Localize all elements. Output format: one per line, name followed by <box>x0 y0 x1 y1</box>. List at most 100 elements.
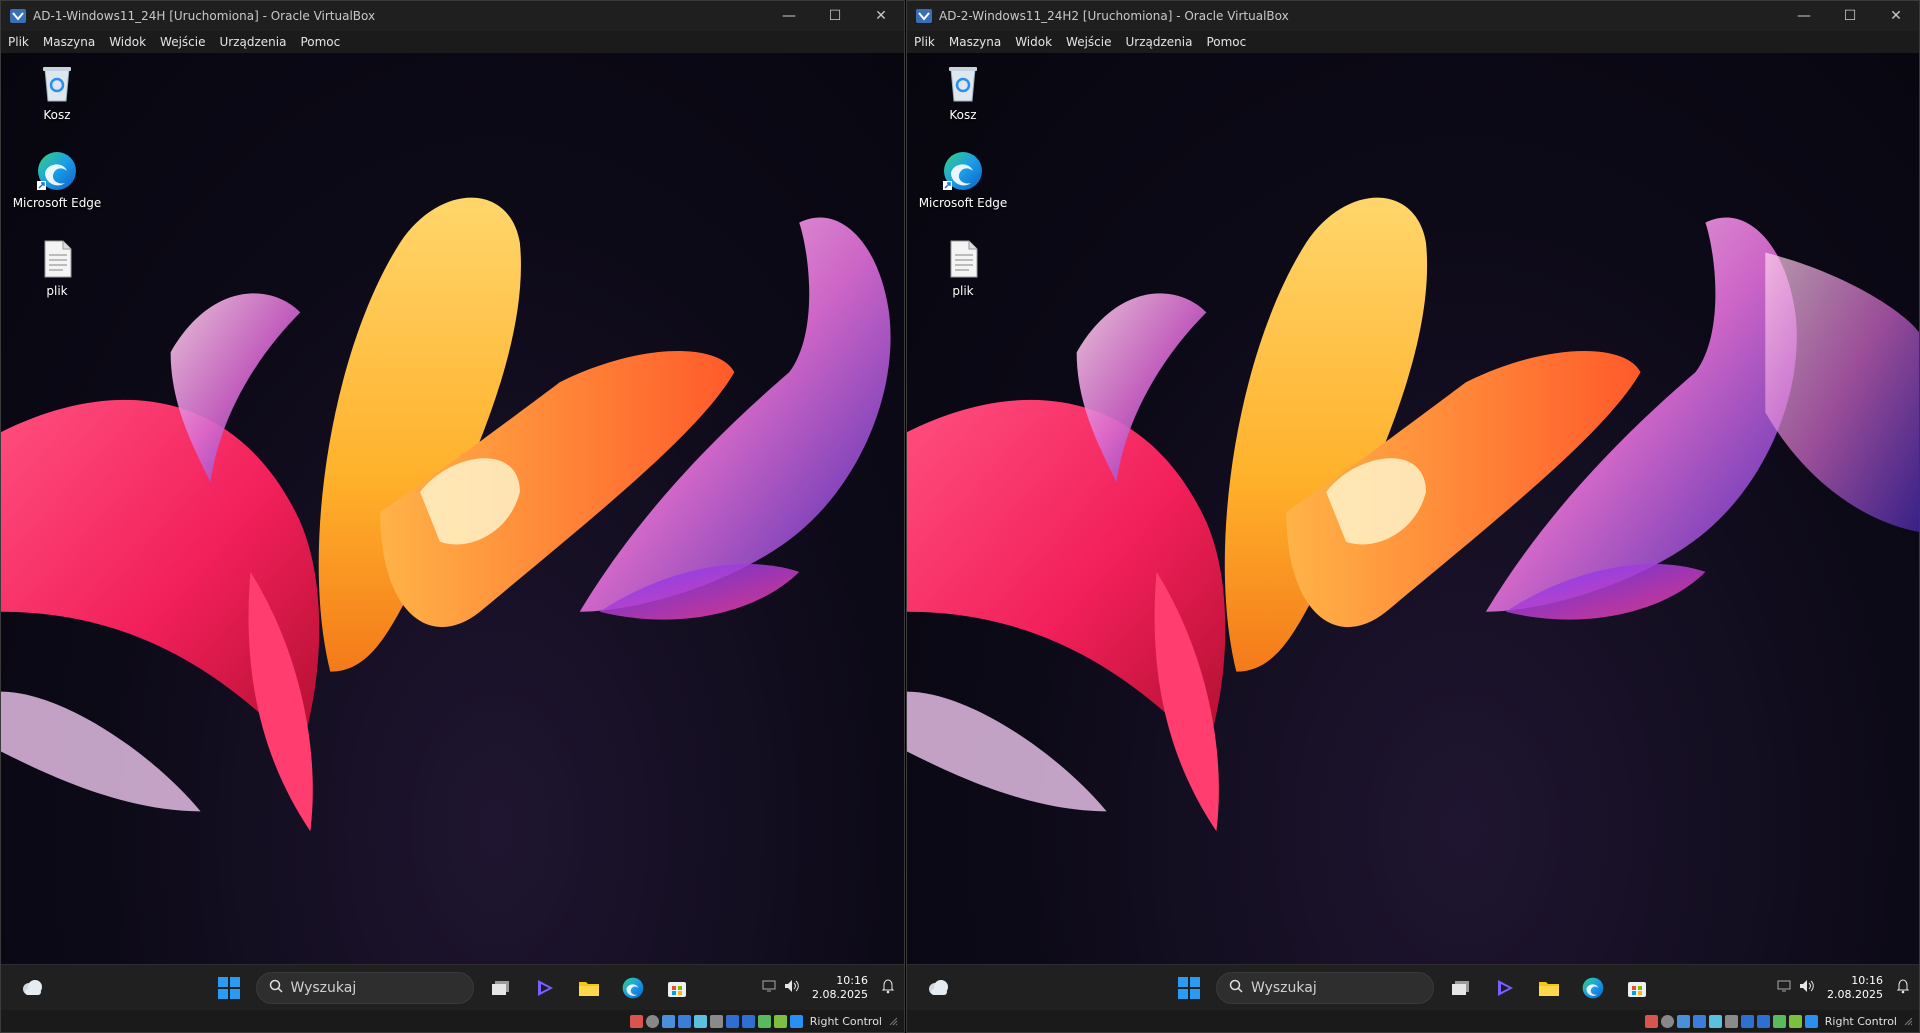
mouse-integration-icon[interactable] <box>773 1014 787 1028</box>
minimize-button[interactable]: — <box>766 1 812 31</box>
desktop-icon-recycle-bin[interactable]: Kosz <box>915 61 1011 122</box>
display-icon[interactable] <box>1777 978 1791 997</box>
desktop-icon-label: Microsoft Edge <box>12 196 102 210</box>
text-file-icon <box>950 240 978 278</box>
taskbar-search-box[interactable]: Wyszukaj <box>1216 972 1434 1004</box>
file-explorer-button[interactable] <box>572 971 606 1005</box>
menu-widok[interactable]: Widok <box>102 35 153 49</box>
desktop-icon-file[interactable]: plik <box>915 237 1011 298</box>
edge-icon <box>943 152 982 190</box>
store-button[interactable] <box>660 971 694 1005</box>
taskbar-center: Wyszukaj <box>1172 971 1654 1005</box>
task-view-button[interactable] <box>1444 971 1478 1005</box>
menu-plik[interactable]: Plik <box>1 35 36 49</box>
cpu-icon[interactable] <box>1772 1014 1786 1028</box>
notification-bell-icon[interactable] <box>1895 978 1911 998</box>
desktop-icon-edge[interactable]: Microsoft Edge <box>915 149 1011 210</box>
edge-icon <box>1582 977 1604 999</box>
store-button[interactable] <box>1620 971 1654 1005</box>
menu-plik[interactable]: Plik <box>907 35 942 49</box>
menu-widok[interactable]: Widok <box>1008 35 1059 49</box>
virtualbox-icon <box>916 9 932 23</box>
title-bar[interactable]: AD-2-Windows11_24H2 [Uruchomiona] - Orac… <box>907 1 1919 31</box>
usb-icon[interactable] <box>693 1014 707 1028</box>
close-button[interactable]: ✕ <box>858 1 904 31</box>
recording-icon[interactable] <box>1756 1014 1770 1028</box>
menu-urzadzenia[interactable]: Urządzenia <box>212 35 293 49</box>
text-file-icon <box>44 240 72 278</box>
file-explorer-button[interactable] <box>1532 971 1566 1005</box>
search-icon <box>269 979 283 997</box>
copilot-button[interactable] <box>1488 971 1522 1005</box>
usb-icon[interactable] <box>1708 1014 1722 1028</box>
guest-desktop[interactable]: Kosz Microsoft Edge plik <box>907 53 1919 965</box>
virtualbox-window-1[interactable]: AD-1-Windows11_24H [Uruchomiona] - Oracl… <box>0 0 905 1033</box>
weather-widget-icon[interactable] <box>19 975 45 1001</box>
virtualbox-window-2[interactable]: AD-2-Windows11_24H2 [Uruchomiona] - Orac… <box>906 0 1920 1033</box>
optical-drive-icon[interactable] <box>1660 1014 1674 1028</box>
task-view-icon <box>491 981 509 995</box>
weather-widget-icon[interactable] <box>925 975 951 1001</box>
copilot-icon <box>537 980 553 996</box>
start-button[interactable] <box>212 971 246 1005</box>
menu-bar: Plik Maszyna Widok Wejście Urządzenia Po… <box>1 31 904 53</box>
audio-icon[interactable] <box>1676 1014 1690 1028</box>
menu-bar: Plik Maszyna Widok Wejście Urządzenia Po… <box>907 31 1919 53</box>
copilot-button[interactable] <box>528 971 562 1005</box>
display-icon[interactable] <box>762 978 776 997</box>
windows-logo-icon <box>1178 977 1200 999</box>
clock-time: 10:16 <box>836 973 868 987</box>
menu-pomoc[interactable]: Pomoc <box>293 35 347 49</box>
shared-folders-icon[interactable] <box>1724 1014 1738 1028</box>
desktop-icon-file[interactable]: plik <box>9 237 105 298</box>
host-key-label: Right Control <box>1824 1014 1897 1028</box>
menu-maszyna[interactable]: Maszyna <box>942 35 1008 49</box>
notification-bell-icon[interactable] <box>880 978 896 998</box>
minimize-button[interactable]: — <box>1781 1 1827 31</box>
maximize-button[interactable]: ☐ <box>812 1 858 31</box>
taskbar-search-box[interactable]: Wyszukaj <box>255 972 474 1004</box>
resize-grip-icon[interactable] <box>1903 1016 1913 1026</box>
menu-maszyna[interactable]: Maszyna <box>36 35 102 49</box>
volume-icon[interactable] <box>784 978 800 997</box>
clock[interactable]: 10:16 2.08.2025 <box>1827 974 1883 1002</box>
close-button[interactable]: ✕ <box>1873 1 1919 31</box>
recording-icon[interactable] <box>741 1014 755 1028</box>
menu-wejscie[interactable]: Wejście <box>153 35 212 49</box>
menu-pomoc[interactable]: Pomoc <box>1199 35 1253 49</box>
volume-icon[interactable] <box>1799 978 1815 997</box>
mouse-integration-icon[interactable] <box>1788 1014 1802 1028</box>
optical-drive-icon[interactable] <box>645 1014 659 1028</box>
maximize-button[interactable]: ☐ <box>1827 1 1873 31</box>
store-icon <box>1628 982 1646 997</box>
hard-disk-icon[interactable] <box>629 1014 643 1028</box>
taskbar-center: Wyszukaj <box>212 971 694 1005</box>
shared-folders-icon[interactable] <box>709 1014 723 1028</box>
start-button[interactable] <box>1172 971 1206 1005</box>
task-view-icon <box>1452 981 1469 995</box>
clock[interactable]: 10:16 2.08.2025 <box>812 974 868 1002</box>
menu-urzadzenia[interactable]: Urządzenia <box>1118 35 1199 49</box>
network-icon[interactable] <box>677 1014 691 1028</box>
task-view-button[interactable] <box>484 971 518 1005</box>
menu-wejscie[interactable]: Wejście <box>1059 35 1118 49</box>
keyboard-capture-icon[interactable] <box>789 1014 803 1028</box>
edge-taskbar-button[interactable] <box>616 971 650 1005</box>
keyboard-capture-icon[interactable] <box>1804 1014 1818 1028</box>
title-bar[interactable]: AD-1-Windows11_24H [Uruchomiona] - Oracl… <box>1 1 904 31</box>
display-settings-icon[interactable] <box>1740 1014 1754 1028</box>
network-icon[interactable] <box>1692 1014 1706 1028</box>
cpu-icon[interactable] <box>757 1014 771 1028</box>
guest-desktop[interactable]: Kosz Microsoft Edge plik <box>1 53 904 965</box>
edge-taskbar-button[interactable] <box>1576 971 1610 1005</box>
desktop-icon-recycle-bin[interactable]: Kosz <box>9 61 105 122</box>
display-settings-icon[interactable] <box>725 1014 739 1028</box>
desktop-icon-edge[interactable]: Microsoft Edge <box>9 149 105 210</box>
resize-grip-icon[interactable] <box>888 1016 898 1026</box>
audio-icon[interactable] <box>661 1014 675 1028</box>
hard-disk-icon[interactable] <box>1644 1014 1658 1028</box>
desktop-icon-label: Kosz <box>43 108 71 122</box>
folder-icon <box>1539 982 1559 996</box>
clock-time: 10:16 <box>1851 973 1883 987</box>
window-title: AD-2-Windows11_24H2 [Uruchomiona] - Orac… <box>939 9 1289 23</box>
